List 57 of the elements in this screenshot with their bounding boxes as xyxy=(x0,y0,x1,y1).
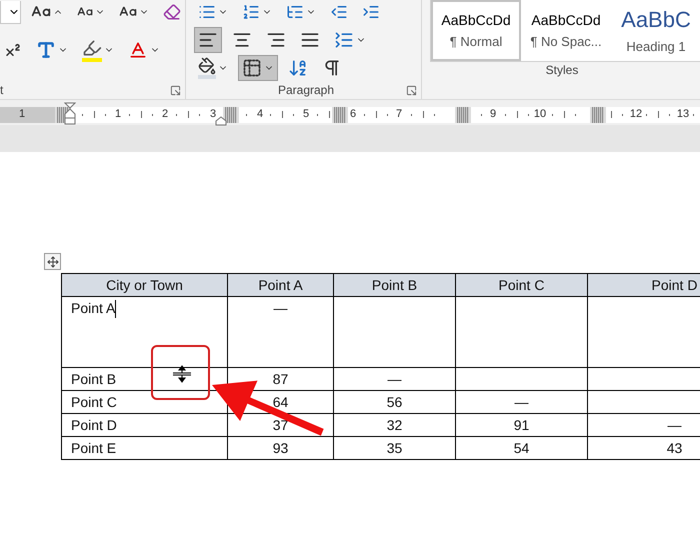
ruler-number: 10 xyxy=(534,108,546,120)
ruler-number: 2 xyxy=(162,108,168,120)
table-cell-text: 93 xyxy=(272,439,288,458)
table-cell-text: 87 xyxy=(272,370,288,389)
style-item[interactable]: AaBbCcDd ¶ Normal xyxy=(431,0,521,61)
row-label: Point A xyxy=(71,299,116,318)
ruler-number: 7 xyxy=(396,108,402,120)
column-marker[interactable] xyxy=(590,107,606,123)
style-sample: AaBbC xyxy=(621,7,691,33)
ruler-number: 1 xyxy=(18,108,26,120)
ruler-number: 13 xyxy=(676,108,690,120)
table-cell-text: 43 xyxy=(666,439,682,458)
ruler-number: 4 xyxy=(256,108,264,120)
style-name: ¶ No Spac... xyxy=(530,34,602,49)
font-size-dropdown[interactable] xyxy=(0,0,21,24)
column-header: Point C xyxy=(498,276,544,295)
column-header: Point A xyxy=(258,276,303,295)
table-cell-text: 37 xyxy=(272,416,288,435)
ruler-number: 5 xyxy=(302,108,310,120)
align-icon[interactable] xyxy=(194,27,222,53)
table-cell-text: 91 xyxy=(514,416,530,435)
ruler-number: 1 xyxy=(114,108,122,120)
group-label: Paragraph xyxy=(276,82,336,98)
dialog-launcher-icon[interactable] xyxy=(406,84,417,96)
style-name: ¶ Normal xyxy=(450,34,502,49)
ruler-number: 12 xyxy=(630,108,642,120)
column-header: City or Town xyxy=(106,276,183,295)
ruler-number: 9 xyxy=(490,108,496,120)
table-cell-text: 35 xyxy=(386,439,402,458)
row-label: Point C xyxy=(71,393,117,412)
column-marker[interactable] xyxy=(332,107,348,123)
table-cell-text: — xyxy=(514,393,528,412)
column-header: Point B xyxy=(372,276,418,295)
table-cell-text: 54 xyxy=(514,439,530,458)
table-cell-text: 64 xyxy=(272,393,288,412)
table-cell-text: 56 xyxy=(386,393,402,412)
dialog-launcher-icon[interactable] xyxy=(170,84,181,96)
group-label: t xyxy=(0,82,4,98)
column-marker[interactable] xyxy=(455,107,471,123)
table-cell-text: — xyxy=(388,370,402,389)
style-name: Heading 1 xyxy=(626,39,686,54)
borders-icon[interactable] xyxy=(238,55,278,81)
table-cell-text: — xyxy=(274,299,288,318)
style-sample: AaBbCcDd xyxy=(441,12,511,28)
table-cell-text: — xyxy=(668,416,682,435)
style-sample: AaBbCcDd xyxy=(531,12,601,28)
group-label: Styles xyxy=(544,62,580,79)
column-marker[interactable] xyxy=(223,107,239,123)
row-label: Point B xyxy=(71,370,116,389)
table-cell-text: 32 xyxy=(386,416,402,435)
column-header: Point D xyxy=(652,276,698,295)
row-label: Point D xyxy=(71,416,117,435)
table-move-handle-icon[interactable] xyxy=(44,253,61,270)
row-label: Point E xyxy=(71,439,116,458)
indent-marker-icon[interactable] xyxy=(64,102,76,126)
ruler-number: 3 xyxy=(210,108,216,120)
ruler-number: 6 xyxy=(350,108,356,120)
